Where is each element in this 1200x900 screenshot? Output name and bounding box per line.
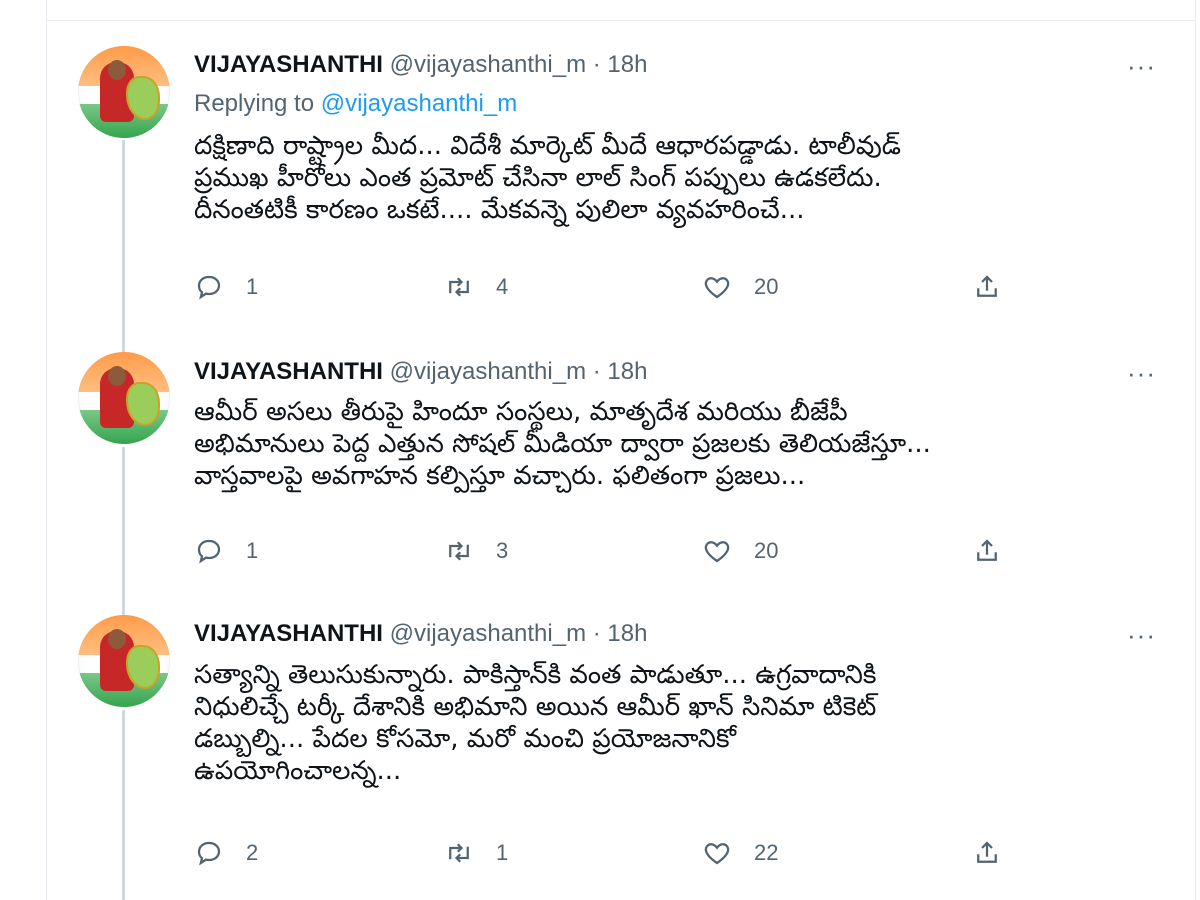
retweet-count: 1 [496,840,509,865]
avatar[interactable] [78,352,170,444]
tweet-text-line: సత్యాన్ని తెలుసుకున్నారు. పాకిస్తాన్‌కి … [194,660,877,690]
retweet-icon [449,277,469,297]
more-icon[interactable]: ··· [1127,53,1156,79]
avatar[interactable] [78,46,170,138]
replying-label: Replying to [194,90,315,117]
retweet-icon [449,843,469,863]
reply-button[interactable]: 2 [194,838,258,868]
avatar[interactable] [78,615,170,707]
retweet-button[interactable]: 1 [444,838,508,868]
reply-icon [197,841,221,866]
tweet-header: VIJAYASHANTHI @vijayashanthi_m · 18h [194,357,647,387]
tweet-header: VIJAYASHANTHI @vijayashanthi_m · 18h [194,619,647,649]
author-handle[interactable]: @vijayashanthi_m [390,620,586,647]
like-icon [704,277,730,299]
retweet-icon [449,541,469,561]
tweet-text-line: అభిమానులు పెద్ద ఎత్తున సోషల్ మీడియా ద్వా… [194,429,931,459]
author-handle[interactable]: @vijayashanthi_m [390,51,586,78]
replying-to: Replying to @vijayashanthi_m [194,90,517,118]
reply-count: 1 [246,274,259,299]
reply-icon [197,275,221,300]
tweet-actions: 1 3 20 [194,536,1014,570]
reply-count: 1 [246,538,259,563]
tweet-text-line: ఆమీర్ అసలు తీరుపై హిందూ సంస్థలు, మాతృదేశ… [194,397,848,427]
retweet-button[interactable]: 4 [444,272,508,302]
separator: · [586,620,608,647]
like-count: 22 [754,840,779,865]
like-button[interactable]: 22 [702,838,778,868]
author-handle[interactable]: @vijayashanthi_m [390,358,586,385]
separator: · [586,358,608,385]
retweet-button[interactable]: 3 [444,536,508,566]
tweet-text-line: దీనంతటికీ కారణం ఒకటే.... మేకవన్నె పులిలా… [194,195,805,225]
author-name[interactable]: VIJAYASHANTHI [194,358,383,385]
tweet-text-line: వాస్తవాలపై అవగాహన కల్పిస్తూ వచ్చారు. ఫలి… [194,461,806,491]
reply-icon [197,539,221,564]
reply-button[interactable]: 1 [194,536,258,566]
tweet[interactable]: VIJAYASHANTHI @vijayashanthi_m · 18h ···… [46,595,1196,900]
tweet-text: ఆమీర్ అసలు తీరుపై హిందూ సంస్థలు, మాతృదేశ… [194,396,1154,492]
author-name[interactable]: VIJAYASHANTHI [194,51,383,78]
share-button[interactable] [972,838,1024,868]
tweet[interactable]: VIJAYASHANTHI @vijayashanthi_m · 18h ···… [46,0,1196,330]
author-name[interactable]: VIJAYASHANTHI [194,620,383,647]
share-icon [977,539,997,561]
share-button[interactable] [972,536,1024,566]
tweet-text-line: నిధులిచ్చే టర్కీ దేశానికి అభిమాని అయిన ఆ… [194,692,877,722]
tweet-text-line: దక్షిణాది రాష్ట్రాల మీద... విదేశీ మార్కె… [194,131,902,161]
tweet-text-line: ప్రముఖ హీరోలు ఎంత ప్రమోట్ చేసినా లాల్ సి… [194,163,882,193]
tweet-text-line: డబ్బుల్ని... పేదల కోసమో, మరో మంచి ప్రయోజ… [194,724,737,754]
tweet[interactable]: VIJAYASHANTHI @vijayashanthi_m · 18h ···… [46,330,1196,595]
tweet-text: సత్యాన్ని తెలుసుకున్నారు. పాకిస్తాన్‌కి … [194,659,1154,787]
timestamp[interactable]: 18h [607,620,647,647]
tweet-actions: 1 4 20 [194,272,1014,306]
tweet-header: VIJAYASHANTHI @vijayashanthi_m · 18h [194,50,647,80]
more-icon[interactable]: ··· [1127,360,1156,386]
like-icon [704,843,730,865]
retweet-count: 3 [496,538,509,563]
share-icon [977,275,997,297]
like-button[interactable]: 20 [702,536,778,566]
like-count: 20 [754,274,779,299]
separator: · [586,51,608,78]
share-icon [977,841,997,863]
like-count: 20 [754,538,779,563]
retweet-count: 4 [496,274,509,299]
tweet-text-line: ఉపయోగించాలన్న... [194,756,402,786]
timestamp[interactable]: 18h [607,51,647,78]
reply-count: 2 [246,840,259,865]
share-button[interactable] [972,272,1024,302]
timestamp[interactable]: 18h [607,358,647,385]
more-icon[interactable]: ··· [1127,622,1156,648]
like-icon [704,541,730,563]
reply-button[interactable]: 1 [194,272,258,302]
like-button[interactable]: 20 [702,272,778,302]
tweet-text: దక్షిణాది రాష్ట్రాల మీద... విదేశీ మార్కె… [194,130,1154,226]
tweet-actions: 2 1 22 [194,838,1014,872]
replying-handle-link[interactable]: @vijayashanthi_m [321,90,517,117]
